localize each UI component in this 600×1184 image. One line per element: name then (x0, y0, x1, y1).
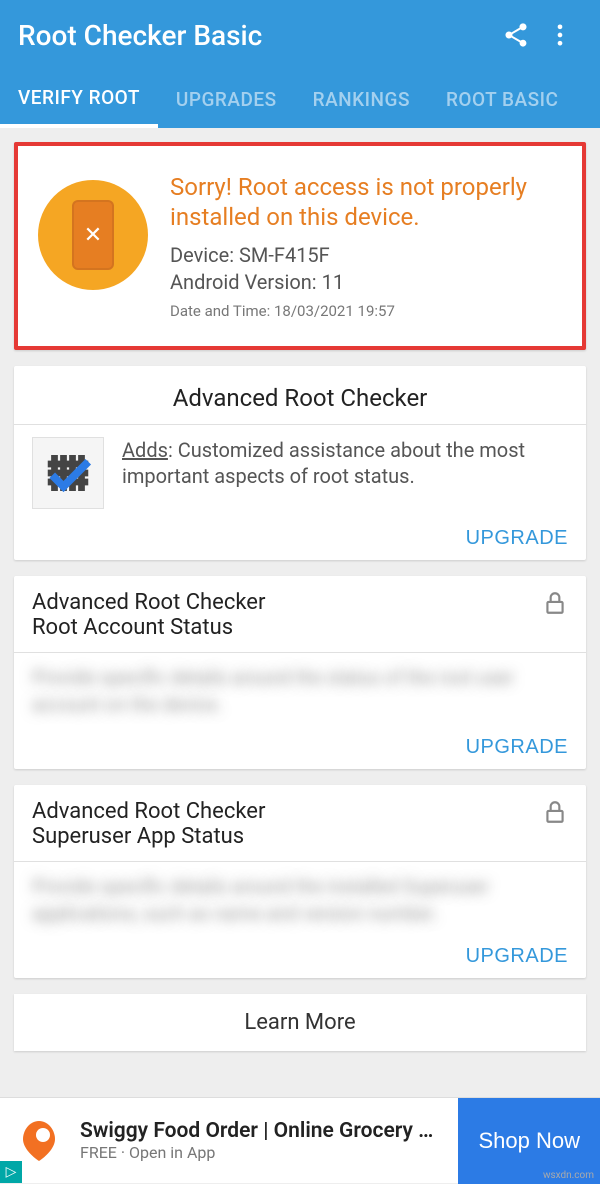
phone-x-icon: ✕ (72, 200, 114, 270)
superuser-status-upgrade-button[interactable]: UPGRADE (466, 945, 568, 968)
arc-promo-card: Advanced Root Checker Adds: Customized a… (14, 366, 586, 560)
lock-icon (542, 590, 568, 620)
account-status-title2: Root Account Status (32, 615, 542, 640)
content-area: ✕ Sorry! Root access is not properly ins… (0, 128, 600, 1065)
account-status-upgrade-button[interactable]: UPGRADE (466, 736, 568, 759)
status-datetime: Date and Time: 18/03/2021 19:57 (170, 302, 562, 320)
divider (14, 652, 586, 653)
lock-icon (542, 799, 568, 829)
tab-upgrades[interactable]: UPGRADES (158, 70, 295, 128)
overflow-menu-icon[interactable] (538, 13, 582, 57)
status-device: Device: SM-F415F (170, 242, 562, 269)
superuser-status-blurred-text: Provide specific details around the inst… (32, 874, 568, 927)
status-text-block: Sorry! Root access is not properly insta… (170, 172, 562, 320)
arc-hash-check-icon (32, 437, 104, 509)
tab-verify-root[interactable]: VERIFY ROOT (0, 70, 158, 128)
ad-subtitle: FREE · Open in App (80, 1143, 458, 1162)
account-status-title1: Advanced Root Checker (32, 590, 542, 615)
superuser-status-title2: Superuser App Status (32, 824, 542, 849)
ad-choices-icon[interactable]: ▷ (0, 1161, 22, 1183)
arc-adds-label: Adds (122, 438, 168, 462)
divider (14, 861, 586, 862)
superuser-status-title1: Advanced Root Checker (32, 799, 542, 824)
tab-root-basics[interactable]: ROOT BASIC (428, 70, 576, 128)
ad-banner[interactable]: ▷ Swiggy Food Order | Online Grocery … F… (0, 1097, 600, 1183)
arc-title: Advanced Root Checker (32, 380, 568, 424)
superuser-status-card: Advanced Root Checker Superuser App Stat… (14, 785, 586, 978)
status-badge-icon: ✕ (38, 180, 148, 290)
account-status-blurred-text: Provide specific details around the stat… (32, 665, 568, 718)
app-title: Root Checker Basic (18, 19, 494, 52)
root-status-card: ✕ Sorry! Root access is not properly ins… (14, 142, 586, 350)
watermark: wsxdn.com (543, 1170, 594, 1181)
divider (14, 424, 586, 425)
status-android: Android Version: 11 (170, 269, 562, 296)
arc-description: Adds: Customized assistance about the mo… (122, 437, 568, 489)
tab-bar: VERIFY ROOT UPGRADES RANKINGS ROOT BASIC (0, 70, 600, 128)
arc-upgrade-button[interactable]: UPGRADE (466, 527, 568, 550)
share-icon[interactable] (494, 13, 538, 57)
arc-desc-rest: : Customized assistance about the most i… (122, 438, 525, 488)
ad-title: Swiggy Food Order | Online Grocery … (80, 1119, 458, 1143)
tab-rankings[interactable]: RANKINGS (295, 70, 428, 128)
account-status-card: Advanced Root Checker Root Account Statu… (14, 576, 586, 769)
status-headline: Sorry! Root access is not properly insta… (170, 172, 562, 232)
learn-more-label: Learn More (244, 1010, 355, 1035)
app-bar: Root Checker Basic (0, 0, 600, 70)
learn-more-card[interactable]: Learn More (14, 994, 586, 1051)
